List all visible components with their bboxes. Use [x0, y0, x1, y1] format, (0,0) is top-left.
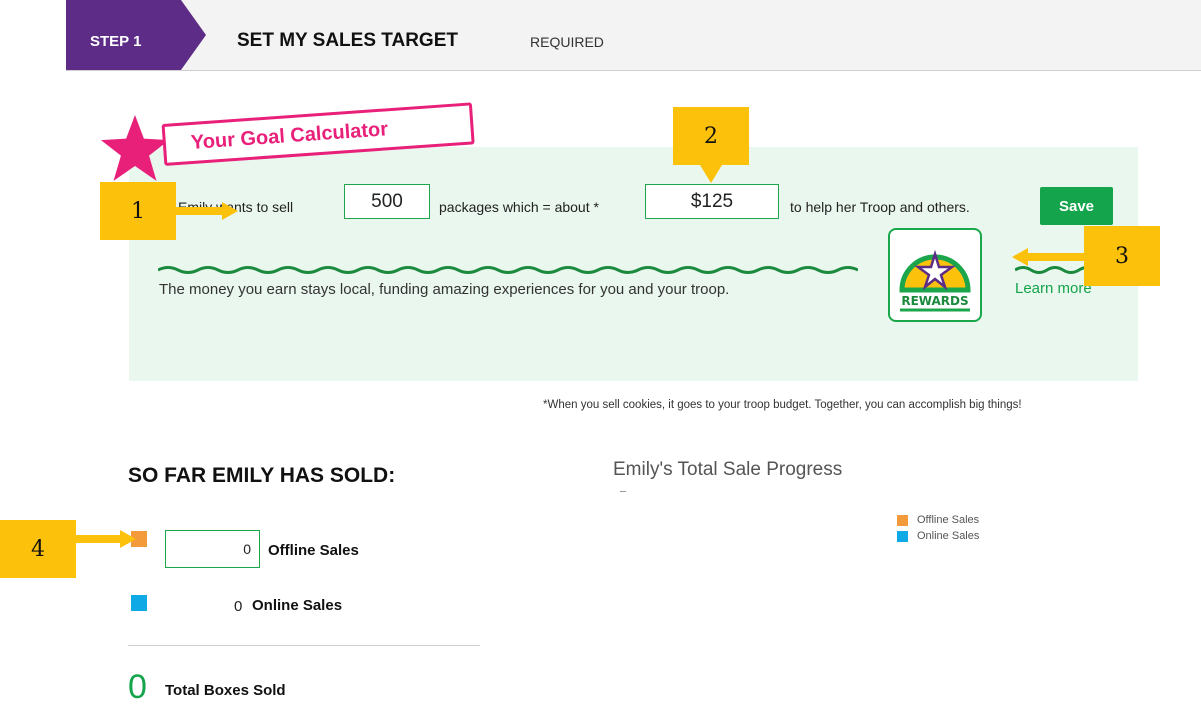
chart-axis-marker: [620, 491, 626, 492]
sold-heading: SO FAR EMILY HAS SOLD:: [128, 464, 396, 487]
dollar-amount-field[interactable]: $125: [645, 184, 779, 219]
online-sales-value: 0: [234, 598, 243, 615]
callout-4-arrow-icon: [76, 530, 136, 548]
offline-sales-label: Offline Sales: [268, 542, 359, 559]
divider: [128, 645, 480, 646]
help-troop-text: to help her Troop and others.: [790, 199, 970, 215]
goal-calculator-panel: [129, 147, 1138, 381]
rewards-label: REWARDS: [901, 294, 968, 308]
packages-input[interactable]: 500: [344, 184, 430, 219]
step-title: SET MY SALES TARGET: [237, 30, 458, 51]
save-button[interactable]: Save: [1040, 187, 1113, 225]
online-sales-label: Online Sales: [252, 597, 343, 614]
rewards-button[interactable]: REWARDS: [888, 228, 982, 322]
rewards-icon: REWARDS: [899, 249, 971, 312]
money-info-text: The money you earn stays local, funding …: [159, 281, 730, 298]
callout-3-arrow-icon: [1012, 248, 1084, 266]
star-icon: [100, 114, 170, 181]
chart-title: Emily's Total Sale Progress: [613, 459, 843, 480]
legend-offline-swatch: [897, 515, 908, 526]
packages-text: packages which = about *: [439, 199, 599, 215]
legend-online-label: Online Sales: [917, 530, 980, 542]
callout-2: 2: [673, 107, 749, 165]
learn-more-link[interactable]: Learn more: [1015, 280, 1092, 297]
callout-3: 3: [1084, 226, 1160, 286]
decorative-squiggle: [158, 266, 858, 274]
required-label: REQUIRED: [530, 34, 604, 50]
online-sales-swatch: [131, 595, 147, 611]
callout-1-arrow-icon: [176, 202, 238, 220]
callout-4: 4: [0, 520, 76, 578]
legend-online-swatch: [897, 531, 908, 542]
footnote: *When you sell cookies, it goes to your …: [543, 399, 1022, 411]
offline-sales-input[interactable]: 0: [165, 530, 260, 568]
callout-2-arrow-icon: [700, 165, 722, 183]
total-boxes-value: 0: [128, 668, 147, 706]
legend-offline-label: Offline Sales: [917, 514, 980, 526]
callout-1: 1: [100, 182, 176, 240]
total-boxes-label: Total Boxes Sold: [165, 682, 286, 699]
step-badge-label: STEP 1: [90, 33, 142, 50]
